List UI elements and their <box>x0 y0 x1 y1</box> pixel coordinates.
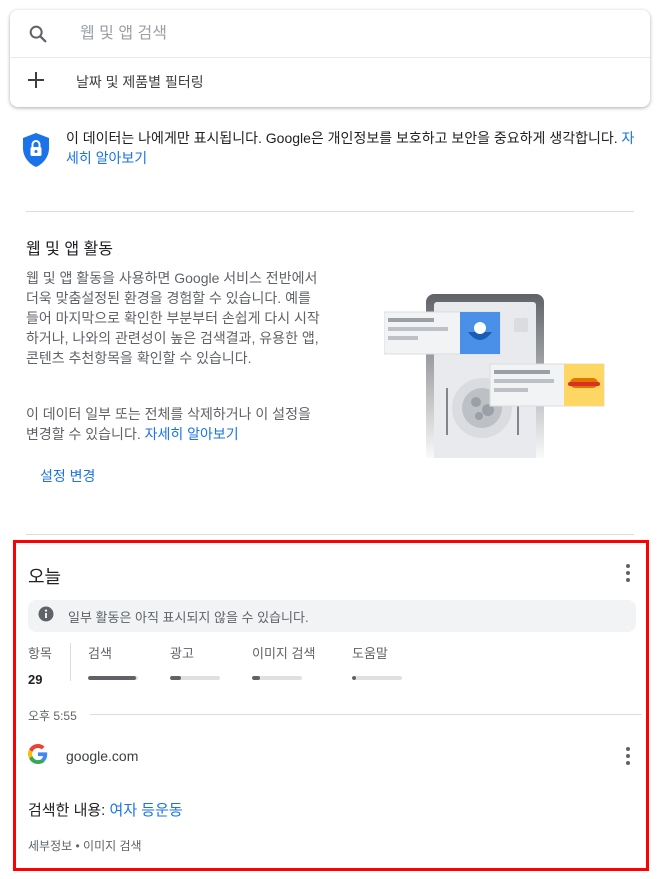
stat-bar <box>170 676 220 680</box>
privacy-text-block: 이 데이터는 나에게만 표시됩니다. Google은 개인정보를 보호하고 보안… <box>66 128 642 168</box>
total-count: 29 <box>28 672 43 687</box>
stat-image-search[interactable]: 이미지 검색 <box>252 643 315 680</box>
query-label: 검색한 내용: <box>28 802 110 819</box>
stat-bar <box>352 676 402 680</box>
filter-label: 날짜 및 제품별 필터링 <box>76 74 204 90</box>
activity-meta[interactable]: 세부정보 • 이미지 검색 <box>28 837 142 854</box>
stat-bar-fill <box>88 676 136 680</box>
activity-stats: 항목 29 검색 광고 이미지 검색 도움말 <box>28 639 636 689</box>
stat-label: 검색 <box>88 646 112 661</box>
more-vert-icon[interactable] <box>616 744 640 768</box>
total-label: 항목 <box>28 646 52 661</box>
stat-label: 광고 <box>170 646 194 661</box>
notice-text: 일부 활동은 아직 표시되지 않을 수 있습니다. <box>68 609 309 625</box>
plus-icon <box>26 70 46 95</box>
activity-description: 웹 및 앱 활동을 사용하면 Google 서비스 전반에서 더욱 맞춤설정된 … <box>26 270 320 366</box>
partial-activity-notice: 일부 활동은 아직 표시되지 않을 수 있습니다. <box>28 600 636 632</box>
today-card: 오늘 일부 활동은 아직 표시되지 않을 수 있습니다. 항목 29 검색 광고… <box>13 540 649 871</box>
activity-time: 오후 5:55 <box>28 709 77 723</box>
search-card: 날짜 및 제품별 필터링 <box>10 10 650 107</box>
search-input[interactable] <box>80 24 600 43</box>
stat-help[interactable]: 도움말 <box>352 643 402 680</box>
search-icon[interactable] <box>26 22 50 46</box>
stat-bar-fill <box>352 676 356 680</box>
change-settings-button[interactable]: 설정 변경 <box>28 460 107 492</box>
activity-site[interactable]: google.com <box>66 748 138 764</box>
stat-ads[interactable]: 광고 <box>170 643 220 680</box>
divider <box>26 211 634 212</box>
query-link[interactable]: 여자 등운동 <box>110 802 183 819</box>
divider <box>26 534 634 535</box>
privacy-text: 이 데이터는 나에게만 표시됩니다. Google은 개인정보를 보호하고 보안… <box>66 130 618 146</box>
search-bar[interactable] <box>10 10 650 58</box>
time-divider <box>90 714 642 715</box>
privacy-notice: 이 데이터는 나에게만 표시됩니다. Google은 개인정보를 보호하고 보안… <box>22 128 642 168</box>
stat-search[interactable]: 검색 <box>88 643 138 680</box>
activity-delete-info: 이 데이터 일부 또는 전체를 삭제하거나 이 설정을 변경할 수 있습니다. … <box>26 404 326 444</box>
more-vert-icon[interactable] <box>616 561 640 585</box>
info-icon <box>38 606 54 627</box>
stat-label: 이미지 검색 <box>252 646 316 661</box>
search-query: 검색한 내용: 여자 등운동 <box>28 799 183 820</box>
total-items: 항목 29 <box>28 643 52 687</box>
today-title: 오늘 <box>28 567 62 587</box>
activity-item-header: google.com <box>28 740 636 772</box>
activity-title: 웹 및 앱 활동 <box>26 241 113 258</box>
stat-bar-fill <box>252 676 260 680</box>
filter-button[interactable]: 날짜 및 제품별 필터링 <box>10 58 650 106</box>
stats-divider <box>70 643 71 681</box>
activity-learn-more-link[interactable]: 자세히 알아보기 <box>145 426 239 442</box>
activity-illustration <box>384 294 605 458</box>
stat-bar <box>88 676 138 680</box>
stat-bar-fill <box>170 676 181 680</box>
stat-bar <box>252 676 302 680</box>
stat-label: 도움말 <box>352 646 388 661</box>
shield-lock-icon <box>22 132 50 168</box>
google-g-icon <box>28 743 48 769</box>
